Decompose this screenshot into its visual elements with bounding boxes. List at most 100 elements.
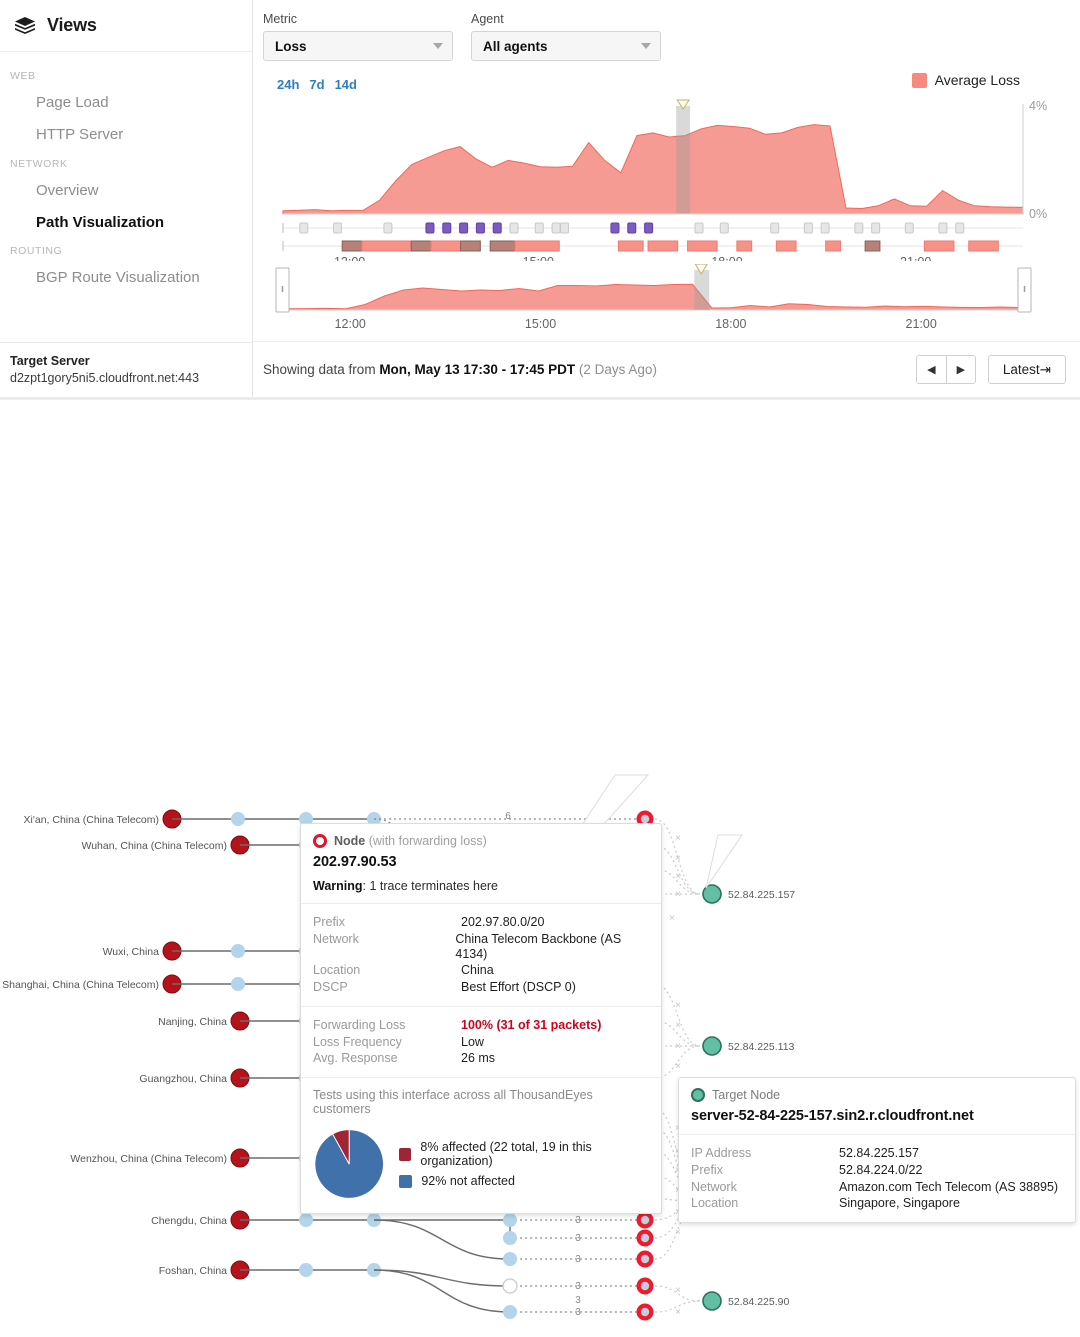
views-header: Views	[0, 0, 252, 52]
metric-key: Avg. Response	[313, 1051, 398, 1066]
sidebar-item-path-visualization[interactable]: Path Visualization	[0, 207, 252, 239]
node-kind-label: Node	[334, 834, 366, 848]
status-prefix: Showing data from	[263, 362, 380, 377]
svg-text:15:00: 15:00	[523, 255, 554, 261]
agent-field: Agent All agents	[471, 12, 661, 61]
metric-label: Metric	[263, 12, 298, 26]
svg-text:12:00: 12:00	[335, 317, 366, 331]
target-popover-header: Target Node server-52-84-225-157.sin2.r.…	[679, 1078, 1075, 1134]
svg-text:Xi'an, China (China Telecom): Xi'an, China (China Telecom)	[24, 814, 159, 826]
detail-key: Network	[691, 1179, 737, 1194]
sidebar-nav: WEB Page Load HTTP Server NETWORK Overvi…	[0, 52, 252, 342]
svg-text:Guangzhou, China: Guangzhou, China	[139, 1073, 227, 1085]
svg-text:21:00: 21:00	[900, 255, 931, 261]
node-details: Prefix 202.97.80.0/20 Network China Teleco…	[301, 903, 661, 1006]
pie-swatch-affected	[399, 1147, 412, 1161]
nav-group-routing-label: ROUTING	[10, 245, 63, 257]
target-details: IP Address 52.84.225.157 Prefix 52.84.224.…	[679, 1134, 1075, 1222]
prev-next-group: ◀ ▶	[915, 355, 976, 384]
sidebar-item-overview[interactable]: Overview	[0, 175, 252, 207]
svg-text:4%: 4%	[1029, 99, 1047, 113]
detail-key: DSCP	[313, 980, 348, 994]
agent-select[interactable]: All agents	[471, 31, 661, 61]
node-popover-kind: Node (with forwarding loss)	[313, 834, 649, 848]
detail-value: Best Effort (DSCP 0)	[461, 980, 576, 994]
node-detail-popover: Node (with forwarding loss) 202.97.90.53…	[300, 823, 662, 1214]
range-tab-24h[interactable]: 24h	[277, 77, 299, 92]
svg-text:52.84.225.90: 52.84.225.90	[728, 1296, 789, 1308]
target-popover-kind: Target Node	[691, 1088, 1063, 1102]
legend-label-average-loss: Average Loss	[934, 72, 1020, 88]
chart-block: 24h 7d 14d Average Loss 4% 0% 12:00 15:00 18…	[253, 72, 1080, 337]
controls-row: Metric Loss Agent All agents	[253, 0, 1080, 75]
status-text: Showing data from Mon, May 13 17:30 - 17…	[263, 362, 657, 377]
svg-text:×: ×	[675, 871, 681, 882]
target-server-value: d2zpt1gory5ni5.cloudfront.net:443	[10, 371, 200, 385]
svg-text:15:00: 15:00	[525, 317, 556, 331]
svg-text:×: ×	[669, 913, 675, 924]
sidebar-item-page-load[interactable]: Page Load	[0, 87, 252, 119]
pie-label-affected: 8% affected (22 total, 19 in this organi…	[420, 1140, 592, 1168]
svg-text:3: 3	[575, 1307, 581, 1318]
latest-button[interactable]: Latest⇥	[987, 355, 1066, 384]
metric-select-value: Loss	[275, 38, 307, 54]
metric-value-loss-frequency: Low	[461, 1034, 484, 1049]
target-server-label: Target Server	[10, 354, 90, 368]
metric-select[interactable]: Loss	[263, 31, 453, 61]
svg-text:3: 3	[575, 1233, 581, 1244]
sidebar: Views WEB Page Load HTTP Server NETWORK …	[0, 0, 253, 397]
metric-row: Loss Frequency Low	[313, 1034, 649, 1051]
detail-row: Network China Telecom Backbone (AS 4134)	[313, 931, 649, 963]
detail-value: China	[461, 963, 494, 978]
detail-key: Location	[691, 1196, 739, 1211]
metric-value-forwarding-loss: 100% (31 of 31 packets)	[461, 1017, 602, 1032]
svg-text:×: ×	[675, 833, 681, 844]
range-tab-7d[interactable]: 7d	[309, 77, 324, 92]
prev-button[interactable]: ◀	[916, 356, 946, 383]
path-visualization-panel[interactable]: Xi'an, China (China Telecom) Wuhan, China…	[0, 400, 1080, 1334]
node-metrics: Forwarding Loss 100% (31 of 31 packets) L…	[301, 1005, 661, 1077]
svg-text:×: ×	[675, 853, 681, 864]
svg-text:×: ×	[675, 1227, 681, 1238]
target-node-icon	[691, 1088, 705, 1102]
detail-value: 52.84.224.0/22	[839, 1162, 923, 1177]
node-ip-title: 202.97.90.53	[313, 854, 397, 870]
agent-select-value: All agents	[483, 38, 548, 54]
next-button[interactable]: ▶	[945, 356, 975, 383]
detail-value: China Telecom Backbone (AS 4134)	[455, 931, 622, 961]
detail-row: Network Amazon.com Tech Telecom (AS 38895…	[691, 1179, 1063, 1196]
sidebar-item-http-server[interactable]: HTTP Server	[0, 119, 252, 151]
metric-value-avg-response: 26 ms	[461, 1051, 496, 1066]
status-row: Showing data from Mon, May 13 17:30 - 17…	[253, 341, 1080, 397]
detail-row: IP Address 52.84.225.157	[691, 1145, 1063, 1162]
loss-area-chart[interactable]: 4% 0% 12:00 15:00 18:00 21:00	[263, 96, 1080, 269]
svg-text:Wuhan, China (China Telecom): Wuhan, China (China Telecom)	[81, 840, 227, 852]
metric-chart-panel: Metric Loss Agent All agents 24h 7d 14d	[253, 0, 1080, 397]
svg-text:52.84.225.157: 52.84.225.157	[728, 889, 795, 901]
svg-text:Wenzhou, China (China Telecom): Wenzhou, China (China Telecom)	[70, 1153, 227, 1165]
chart-navigator[interactable]: 12:00 15:00 18:00 21:00	[263, 263, 1080, 337]
chevron-down-icon	[433, 43, 443, 49]
target-server-box: Target Server d2zpt1gory5ni5.cloudfront.…	[0, 342, 252, 397]
nav-group-network-label: NETWORK	[10, 157, 68, 170]
range-tab-14d[interactable]: 14d	[335, 77, 357, 92]
metric-key: Loss Frequency	[313, 1034, 402, 1049]
svg-text:52.84.225.113: 52.84.225.113	[728, 1041, 795, 1053]
detail-key: IP Address	[691, 1146, 752, 1160]
detail-value: Singapore, Singapore	[839, 1196, 960, 1211]
svg-text:3: 3	[575, 1295, 581, 1306]
pie-legend-item: 92% not affected	[399, 1174, 649, 1188]
metric-key: Forwarding Loss	[313, 1017, 406, 1032]
svg-text:×: ×	[675, 1041, 681, 1052]
detail-row: Location Singapore, Singapore	[691, 1195, 1063, 1212]
detail-key: Network	[313, 931, 359, 946]
detail-key: Location	[313, 963, 361, 978]
sidebar-item-bgp-route-visualization[interactable]: BGP Route Visualization	[0, 262, 252, 294]
node-warning-text: : 1 trace terminates here	[362, 879, 499, 893]
metric-field: Metric Loss	[263, 12, 453, 61]
svg-text:×: ×	[675, 1285, 681, 1296]
node-popover-header: Node (with forwarding loss) 202.97.90.53…	[301, 824, 661, 903]
svg-text:Shanghai, China (China Telecom: Shanghai, China (China Telecom)	[2, 979, 159, 991]
metric-row: Forwarding Loss 100% (31 of 31 packets)	[313, 1017, 649, 1034]
svg-text:Wuxi, China: Wuxi, China	[103, 946, 160, 958]
